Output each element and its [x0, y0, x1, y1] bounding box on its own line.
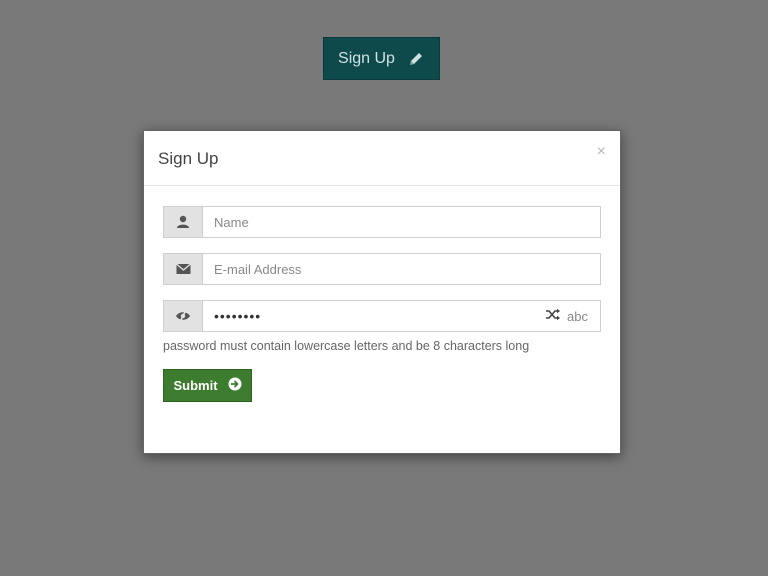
password-hint: password must contain lowercase letters …: [163, 339, 530, 353]
show-password-toggle[interactable]: abc: [567, 309, 588, 324]
name-field-group: [163, 206, 601, 238]
close-icon[interactable]: ×: [597, 144, 606, 160]
envelope-icon: [164, 254, 203, 284]
password-tools: abc: [545, 301, 600, 331]
submit-button[interactable]: Submit: [163, 369, 252, 402]
sign-up-trigger-label: Sign Up: [338, 49, 395, 67]
pencil-icon: [407, 50, 425, 68]
shuffle-icon[interactable]: [545, 308, 561, 324]
arrow-circle-right-icon: [228, 377, 242, 394]
name-input[interactable]: [203, 207, 600, 237]
user-icon: [164, 207, 203, 237]
modal-header: Sign Up ×: [144, 131, 620, 186]
modal-body: abc password must contain lowercase lett…: [144, 186, 620, 402]
email-field-group: [163, 253, 601, 285]
email-input[interactable]: [203, 254, 600, 284]
sign-up-modal: Sign Up × Name E-mail Address •••••••• a…: [143, 130, 621, 454]
password-field-group: abc: [163, 300, 601, 332]
submit-label: Submit: [173, 378, 218, 393]
password-input[interactable]: [203, 301, 546, 331]
eye-slash-icon[interactable]: [164, 301, 203, 331]
sign-up-trigger-button[interactable]: Sign Up: [323, 37, 440, 80]
modal-title: Sign Up: [158, 149, 219, 168]
